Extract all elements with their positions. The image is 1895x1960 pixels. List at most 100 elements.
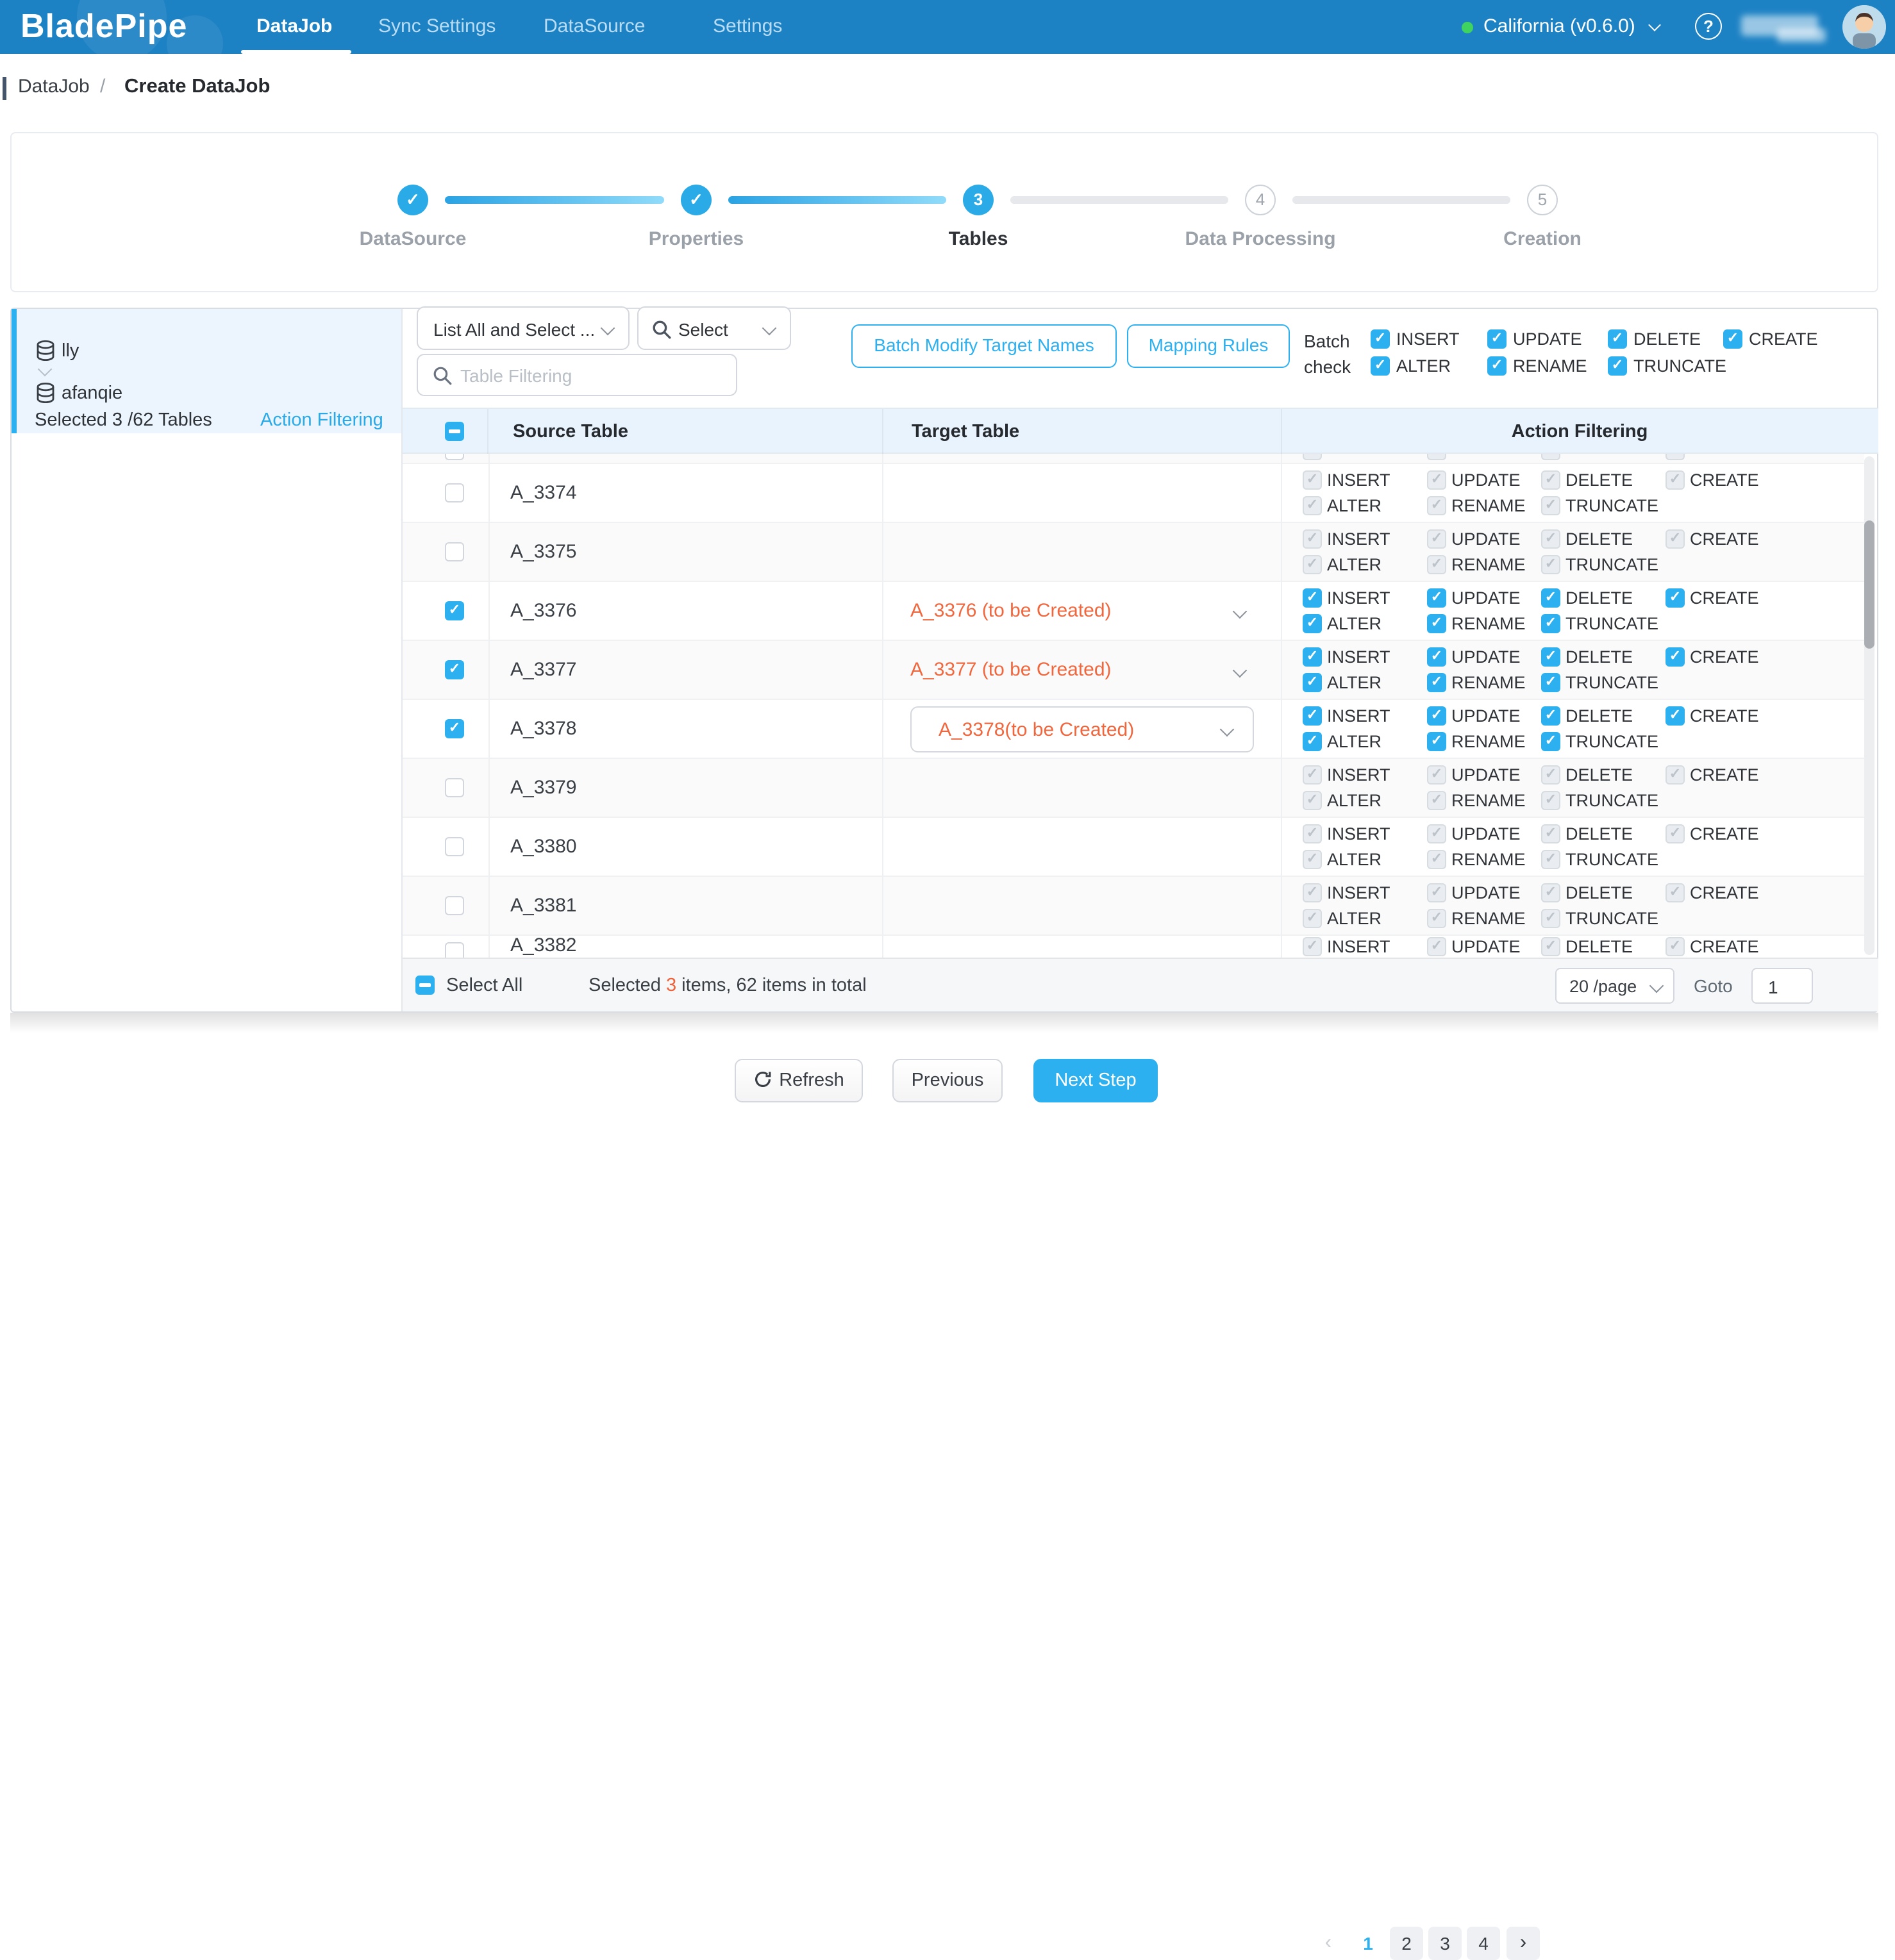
table-filter-input[interactable]: Table Filtering (417, 354, 737, 396)
pagination-prev-button[interactable]: ‹ (1314, 1927, 1342, 1960)
action-delete-label: DELETE (1565, 937, 1633, 956)
action-rename-label: RENAME (1451, 909, 1526, 928)
source-table-name: A_3380 (510, 818, 576, 877)
nav-item-settings[interactable]: Settings (713, 0, 782, 54)
page-size-select[interactable]: 20 /page (1555, 968, 1674, 1004)
column-divider (882, 454, 883, 958)
batch-check-create-checkbox[interactable]: ✓ (1723, 329, 1742, 349)
target-table-name[interactable]: A_3377 (to be Created) (910, 641, 1112, 700)
target-chevron-down-icon[interactable] (1233, 663, 1248, 678)
target-table-select[interactable]: A_3378(to be Created) (910, 706, 1254, 752)
action-create-checkbox[interactable]: ✓ (1665, 706, 1685, 726)
action-delete-checkbox: ✓ (1541, 937, 1560, 956)
step-circle-data-processing[interactable]: 4 (1245, 185, 1276, 215)
action-truncate-checkbox[interactable]: ✓ (1541, 673, 1560, 692)
action-update-checkbox[interactable]: ✓ (1427, 588, 1446, 608)
refresh-button[interactable]: Refresh (735, 1059, 863, 1102)
pagination-next-button[interactable]: › (1507, 1927, 1540, 1960)
next-step-button[interactable]: Next Step (1033, 1059, 1158, 1102)
action-checkbox-partial (1541, 454, 1560, 460)
brand-logo[interactable]: BladePipe (21, 6, 187, 46)
row-select-checkbox-a_3380[interactable] (445, 837, 464, 856)
row-select-checkbox-a_3377[interactable]: ✓ (445, 660, 464, 679)
action-alter-checkbox[interactable]: ✓ (1303, 673, 1322, 692)
action-insert-checkbox[interactable]: ✓ (1303, 706, 1322, 726)
action-alter-checkbox[interactable]: ✓ (1303, 614, 1322, 633)
pagination-page-3[interactable]: 3 (1428, 1927, 1462, 1960)
action-delete-label: DELETE (1565, 529, 1633, 549)
action-update-checkbox: ✓ (1427, 765, 1446, 785)
row-select-checkbox-a_3382[interactable] (445, 942, 464, 958)
action-delete-checkbox: ✓ (1541, 470, 1560, 490)
step-label-properties: Properties (649, 228, 744, 250)
target-chevron-down-icon[interactable] (1233, 604, 1248, 619)
action-delete-checkbox[interactable]: ✓ (1541, 706, 1560, 726)
previous-button[interactable]: Previous (892, 1059, 1003, 1102)
action-rename-checkbox[interactable]: ✓ (1427, 732, 1446, 751)
action-delete-label: DELETE (1565, 588, 1633, 608)
row-select-checkbox-a_3379[interactable] (445, 778, 464, 797)
action-update-checkbox[interactable]: ✓ (1427, 647, 1446, 667)
table-scrollbar-thumb[interactable] (1864, 520, 1874, 649)
action-delete-checkbox[interactable]: ✓ (1541, 588, 1560, 608)
list-mode-select[interactable]: List All and Select ... (417, 306, 630, 350)
row-select-checkbox-a_3381[interactable] (445, 896, 464, 915)
row-select-checkbox-a_3376[interactable]: ✓ (445, 601, 464, 620)
action-rename-checkbox[interactable]: ✓ (1427, 673, 1446, 692)
batch-check-update-checkbox[interactable]: ✓ (1487, 329, 1507, 349)
action-create-checkbox[interactable]: ✓ (1665, 588, 1685, 608)
action-insert-checkbox[interactable]: ✓ (1303, 588, 1322, 608)
chevron-down-icon[interactable] (1648, 19, 1661, 31)
select-all-label[interactable]: Select All (446, 959, 522, 1013)
column-select[interactable]: Select (637, 306, 791, 350)
action-rename-label: RENAME (1451, 791, 1526, 810)
action-rename-checkbox: ✓ (1427, 909, 1446, 928)
action-filtering-link[interactable]: Action Filtering (260, 410, 383, 431)
batch-check-rename-checkbox[interactable]: ✓ (1487, 356, 1507, 376)
action-update-checkbox[interactable]: ✓ (1427, 706, 1446, 726)
mapping-rules-button[interactable]: Mapping Rules (1127, 324, 1290, 368)
action-create-label: CREATE (1690, 765, 1759, 785)
action-update-label: UPDATE (1451, 706, 1521, 726)
step-circle-datasource[interactable]: ✓ (397, 185, 428, 215)
batch-check-alter-checkbox[interactable]: ✓ (1371, 356, 1390, 376)
environment-selector[interactable]: California (v0.6.0) (1483, 0, 1635, 54)
action-checkbox-partial (1665, 454, 1685, 460)
step-label-data-processing: Data Processing (1185, 228, 1335, 250)
table-row-a_3374: A_3374✓INSERT✓UPDATE✓DELETE✓CREATE✓ALTER… (403, 464, 1864, 523)
username-redacted (1777, 28, 1826, 42)
nav-item-sync-settings[interactable]: Sync Settings (378, 0, 496, 54)
batch-check-insert-checkbox[interactable]: ✓ (1371, 329, 1390, 349)
action-rename-checkbox[interactable]: ✓ (1427, 614, 1446, 633)
pagination-page-4[interactable]: 4 (1467, 1927, 1500, 1960)
row-select-checkbox-a_3375[interactable] (445, 542, 464, 561)
pagination-page-1[interactable]: 1 (1351, 1927, 1385, 1960)
select-all-footer-checkbox[interactable] (415, 976, 435, 995)
step-circle-tables[interactable]: 3 (963, 185, 994, 215)
row-select-checkbox-a_3378[interactable]: ✓ (445, 719, 464, 738)
action-truncate-checkbox[interactable]: ✓ (1541, 614, 1560, 633)
pagination-page-2[interactable]: 2 (1390, 1927, 1423, 1960)
step-circle-properties[interactable]: ✓ (681, 185, 712, 215)
batch-check-truncate-checkbox[interactable]: ✓ (1608, 356, 1627, 376)
step-circle-creation[interactable]: 5 (1527, 185, 1558, 215)
action-insert-checkbox[interactable]: ✓ (1303, 647, 1322, 667)
goto-page-input[interactable]: 1 (1751, 968, 1813, 1004)
action-alter-checkbox[interactable]: ✓ (1303, 732, 1322, 751)
selection-count-summary: Selected 3 items, 62 items in total (589, 959, 867, 1013)
action-truncate-checkbox[interactable]: ✓ (1541, 732, 1560, 751)
action-create-checkbox[interactable]: ✓ (1665, 647, 1685, 667)
help-icon[interactable]: ? (1695, 13, 1722, 40)
batch-check-delete-checkbox[interactable]: ✓ (1608, 329, 1627, 349)
batch-modify-target-names-button[interactable]: Batch Modify Target Names (851, 324, 1117, 368)
action-rename-label: RENAME (1451, 614, 1526, 633)
nav-item-datasource[interactable]: DataSource (544, 0, 645, 54)
action-delete-checkbox[interactable]: ✓ (1541, 647, 1560, 667)
nav-item-datajob[interactable]: DataJob (256, 0, 332, 54)
table-row-a_3376: ✓A_3376A_3376 (to be Created)✓INSERT✓UPD… (403, 582, 1864, 641)
user-avatar[interactable] (1842, 5, 1886, 49)
breadcrumb-parent[interactable]: DataJob (18, 65, 90, 109)
row-select-checkbox-a_3374[interactable] (445, 483, 464, 502)
select-all-header-checkbox[interactable] (445, 422, 464, 441)
target-table-name[interactable]: A_3376 (to be Created) (910, 582, 1112, 641)
